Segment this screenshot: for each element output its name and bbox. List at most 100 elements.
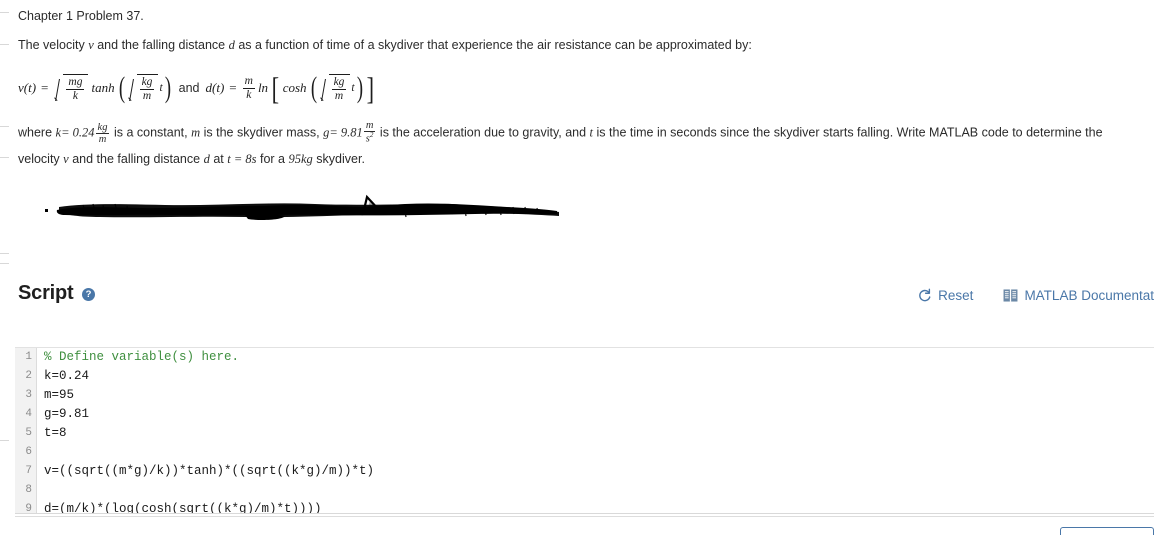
reset-label: Reset bbox=[938, 288, 974, 303]
eq-t-1: t bbox=[159, 82, 163, 94]
code-line-text[interactable]: t=8 bbox=[37, 424, 67, 443]
line-number: 3 bbox=[15, 386, 37, 405]
right-bracket: ] bbox=[366, 69, 374, 106]
help-icon[interactable]: ? bbox=[82, 288, 95, 301]
code-line[interactable]: 8 bbox=[15, 481, 1154, 500]
code-line[interactable]: 9 d=(m/k)*(log(cosh(sqrt((k*g)/m)*t)))) bbox=[15, 500, 1154, 513]
sqrt-kg-over-m-2: kg m bbox=[320, 73, 351, 103]
frac-m-k: m k bbox=[242, 74, 255, 102]
t-value: t = 8s bbox=[227, 152, 257, 166]
problem-intro: The velocity v and the falling distance … bbox=[18, 36, 1154, 54]
where-clause-line-1: where k= 0.24 kg m is a constant, m is the… bbox=[18, 120, 1154, 145]
frac-denominator: k bbox=[242, 87, 255, 102]
eq-and: and bbox=[178, 81, 200, 95]
line2-text-1: velocity bbox=[18, 152, 60, 166]
line-number: 5 bbox=[15, 424, 37, 443]
unit-numerator: m bbox=[365, 120, 374, 131]
code-line-text[interactable]: g=9.81 bbox=[37, 405, 89, 424]
right-paren-2: ) bbox=[356, 71, 363, 105]
left-bracket: [ bbox=[271, 69, 280, 106]
edge-rule-mark bbox=[0, 12, 9, 13]
frac-numerator: kg bbox=[333, 75, 345, 88]
unit-denominator: m bbox=[95, 132, 110, 145]
eq-equals-2: = bbox=[229, 80, 237, 95]
where-clause-line-2: velocity v and the falling distance d at… bbox=[18, 150, 1154, 168]
frac-denominator: m bbox=[331, 88, 347, 103]
script-toolbar: Reset MATLAB Documentat bbox=[917, 288, 1154, 303]
line2-text-2: and the falling distance bbox=[72, 152, 201, 166]
code-line[interactable]: 2 k=0.24 bbox=[15, 367, 1154, 386]
refresh-icon bbox=[917, 288, 932, 303]
problem-title: Chapter 1 Problem 37. bbox=[18, 9, 144, 23]
partial-bottom-button[interactable] bbox=[1060, 527, 1154, 535]
symbol-m: m bbox=[191, 125, 201, 140]
eq-d-of-t: d(t) bbox=[205, 80, 225, 95]
redaction-scribble bbox=[45, 190, 565, 230]
unit-numerator: kg bbox=[97, 121, 108, 133]
bottom-strip bbox=[0, 516, 1154, 535]
reset-button[interactable]: Reset bbox=[917, 288, 973, 303]
redaction-scribble-icon bbox=[45, 194, 559, 220]
problem-statement: Chapter 1 Problem 37. The velocity v and… bbox=[18, 8, 1154, 54]
line2-text-3: at bbox=[213, 152, 224, 166]
frac-kg-m-2: kg m bbox=[331, 75, 347, 103]
frac-numerator: kg bbox=[141, 75, 153, 88]
eq-cosh: cosh bbox=[282, 80, 307, 95]
intro-text-2: and the falling distance bbox=[97, 38, 226, 52]
code-line[interactable]: 4 g=9.81 bbox=[15, 405, 1154, 424]
right-paren-1: ) bbox=[164, 71, 171, 105]
code-line-text[interactable]: v=((sqrt((m*g)/k))*tanh)*((sqrt((k*g)/m)… bbox=[37, 462, 374, 481]
k-value: = 0.24 bbox=[61, 125, 95, 140]
where-text-1: where bbox=[18, 125, 53, 140]
radical-sign-icon bbox=[128, 74, 137, 103]
unit-kg-per-m: kg m bbox=[95, 121, 110, 145]
where-text-3: is the skydiver mass, bbox=[203, 125, 320, 140]
radical-sign-icon bbox=[320, 74, 329, 103]
edge-rule-mark bbox=[0, 126, 9, 127]
code-line-text[interactable]: m=95 bbox=[37, 386, 74, 405]
script-title: Script bbox=[18, 282, 74, 304]
line-number: 4 bbox=[15, 405, 37, 424]
symbol-d-2: d bbox=[203, 152, 210, 166]
bottom-divider bbox=[15, 516, 1154, 517]
book-icon bbox=[1003, 289, 1018, 302]
matlab-documentation-label: MATLAB Documentat bbox=[1024, 288, 1154, 303]
code-line[interactable]: 1% Define variable(s) here. bbox=[15, 348, 1154, 367]
code-line-text[interactable]: % Define variable(s) here. bbox=[37, 348, 239, 367]
left-paren-1: ( bbox=[118, 71, 125, 105]
code-line-text[interactable]: d=(m/k)*(log(cosh(sqrt((k*g)/m)*t)))) bbox=[37, 500, 322, 513]
display-equation: v(t) = mg k tanh ( kg m t ) and d(t) = m… bbox=[18, 62, 375, 114]
where-text-4: is the acceleration due to gravity, and bbox=[379, 125, 587, 140]
frac-numerator: mg bbox=[68, 75, 83, 88]
line-number: 2 bbox=[15, 367, 37, 386]
edge-rule-mark bbox=[0, 44, 9, 45]
code-editor[interactable]: 1% Define variable(s) here. 2 k=0.24 3 m=95 4… bbox=[15, 347, 1154, 514]
unit-exponent: 2 bbox=[369, 131, 374, 140]
unit-m-per-s2: m s2 bbox=[363, 120, 376, 145]
script-section-header: Script ? Reset MATLAB Documentat bbox=[0, 282, 1154, 316]
edge-rule-mark bbox=[0, 440, 9, 441]
code-line[interactable]: 5 t=8 bbox=[15, 424, 1154, 443]
code-line[interactable]: 7 v=((sqrt((m*g)/k))*tanh)*((sqrt((k*g)/m… bbox=[15, 462, 1154, 481]
frac-denominator: m bbox=[139, 88, 155, 103]
where-text-5: is the time in seconds since the skydive… bbox=[596, 125, 1103, 140]
radical-sign-icon bbox=[54, 74, 63, 103]
line-number: 7 bbox=[15, 462, 37, 481]
edge-rule-mark bbox=[0, 157, 9, 158]
edge-rule-mark bbox=[0, 263, 9, 264]
sqrt-kg-over-m-1: kg m bbox=[128, 73, 159, 103]
frac-numerator: m bbox=[244, 74, 253, 87]
symbol-t: t bbox=[589, 125, 594, 140]
symbol-d: d bbox=[228, 38, 235, 52]
line-number: 1 bbox=[15, 348, 37, 367]
code-line[interactable]: 6 bbox=[15, 443, 1154, 462]
intro-text-3: as a function of time of a skydiver that… bbox=[238, 38, 752, 52]
code-line-text[interactable]: k=0.24 bbox=[37, 367, 89, 386]
unit-denominator: s2 bbox=[363, 131, 376, 145]
matlab-documentation-button[interactable]: MATLAB Documentat bbox=[1003, 288, 1154, 303]
mass-value: 95kg bbox=[288, 152, 313, 166]
sqrt-mg-over-k: mg k bbox=[54, 73, 89, 103]
eq-equals: = bbox=[41, 80, 49, 95]
intro-text-1: The velocity bbox=[18, 38, 85, 52]
code-line[interactable]: 3 m=95 bbox=[15, 386, 1154, 405]
